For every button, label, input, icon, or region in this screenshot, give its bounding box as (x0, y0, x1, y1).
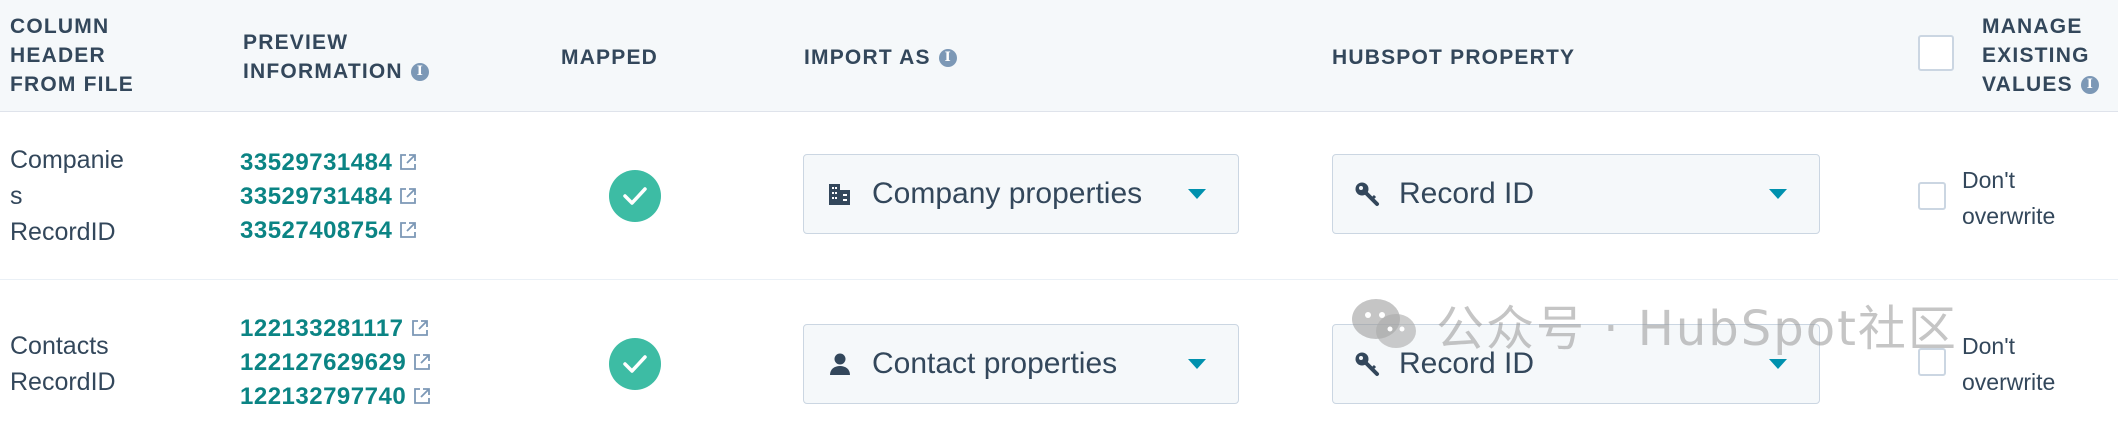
overwrite-line: Don't (1962, 167, 2015, 193)
table-row: Contacts RecordID 122133281117 122127629… (0, 280, 2118, 422)
table-header: COLUMN HEADER FROM FILE PREVIEW INFORMAT… (0, 0, 2118, 112)
column-name: Companie s RecordID (10, 142, 150, 250)
key-icon (1353, 350, 1381, 378)
mapped-check-icon (609, 170, 661, 222)
header-import-as-label: IMPORT AS (804, 46, 931, 69)
preview-ids: 122133281117 122127629629 122132797740 (240, 312, 432, 414)
header-column-line: HEADER (10, 44, 106, 67)
dont-overwrite-label: Don't overwrite (1962, 162, 2092, 234)
preview-id-link[interactable]: 33529731484 (240, 146, 418, 180)
preview-id-link[interactable]: 122127629629 (240, 346, 432, 380)
header-hubspot-property: HUBSPOT PROPERTY (1332, 46, 1576, 69)
external-link-icon (400, 222, 417, 238)
chevron-down-icon (1188, 189, 1206, 199)
header-mapped: MAPPED (561, 46, 659, 69)
hubspot-property-value: Record ID (1399, 177, 1535, 210)
header-preview-information: PREVIEW INFORMATION i (243, 28, 429, 86)
preview-ids: 33529731484 33529731484 33527408754 (240, 146, 418, 248)
select-all-checkbox[interactable] (1918, 35, 1954, 71)
header-preview-line: INFORMATION (243, 60, 403, 83)
building-icon (826, 180, 854, 208)
preview-id-link[interactable]: 33527408754 (240, 214, 418, 248)
info-icon[interactable]: i (2080, 76, 2099, 95)
header-import-as: IMPORT AS i (804, 43, 957, 72)
dont-overwrite-checkbox[interactable] (1918, 348, 1946, 376)
hubspot-property-dropdown[interactable]: Record ID (1332, 324, 1820, 404)
overwrite-line: overwrite (1962, 369, 2056, 395)
header-column-line: COLUMN (10, 15, 110, 38)
external-link-icon (414, 354, 431, 370)
table-row: Companie s RecordID 33529731484 33529731… (0, 112, 2118, 280)
chevron-down-icon (1769, 359, 1787, 369)
column-name-line: Contacts (10, 332, 109, 360)
dont-overwrite-checkbox[interactable] (1918, 182, 1946, 210)
header-column-from-file: COLUMN HEADER FROM FILE (10, 12, 134, 99)
overwrite-line: overwrite (1962, 203, 2056, 229)
mapped-check-icon (609, 338, 661, 390)
header-manage-line: EXISTING (1982, 44, 2090, 67)
preview-id-link[interactable]: 33529731484 (240, 180, 418, 214)
column-name-line: Companie (10, 146, 124, 174)
import-as-value: Contact properties (872, 347, 1118, 380)
key-icon (1353, 180, 1381, 208)
column-name-line: s (10, 182, 23, 210)
column-name: Contacts RecordID (10, 328, 150, 400)
hubspot-property-value: Record ID (1399, 347, 1535, 380)
preview-id-link[interactable]: 122133281117 (240, 312, 432, 346)
import-as-dropdown[interactable]: Company properties (803, 154, 1239, 234)
import-as-value: Company properties (872, 177, 1143, 210)
external-link-icon (400, 188, 417, 204)
header-column-line: FROM FILE (10, 73, 134, 96)
header-manage-existing-values: MANAGE EXISTING VALUES i (1982, 12, 2099, 99)
column-name-line: RecordID (10, 368, 116, 396)
overwrite-line: Don't (1962, 333, 2015, 359)
external-link-icon (400, 154, 417, 170)
chevron-down-icon (1769, 189, 1787, 199)
column-name-line: RecordID (10, 218, 116, 246)
header-preview-line: PREVIEW (243, 31, 349, 54)
import-as-dropdown[interactable]: Contact properties (803, 324, 1239, 404)
dont-overwrite-label: Don't overwrite (1962, 328, 2092, 400)
hubspot-property-dropdown[interactable]: Record ID (1332, 154, 1820, 234)
info-icon[interactable]: i (410, 63, 429, 82)
external-link-icon (414, 388, 431, 404)
preview-id-link[interactable]: 122132797740 (240, 380, 432, 414)
person-icon (826, 350, 854, 378)
external-link-icon (411, 320, 428, 336)
info-icon[interactable]: i (938, 49, 957, 68)
header-manage-line: VALUES (1982, 73, 2073, 96)
header-manage-line: MANAGE (1982, 15, 2083, 38)
chevron-down-icon (1188, 359, 1206, 369)
